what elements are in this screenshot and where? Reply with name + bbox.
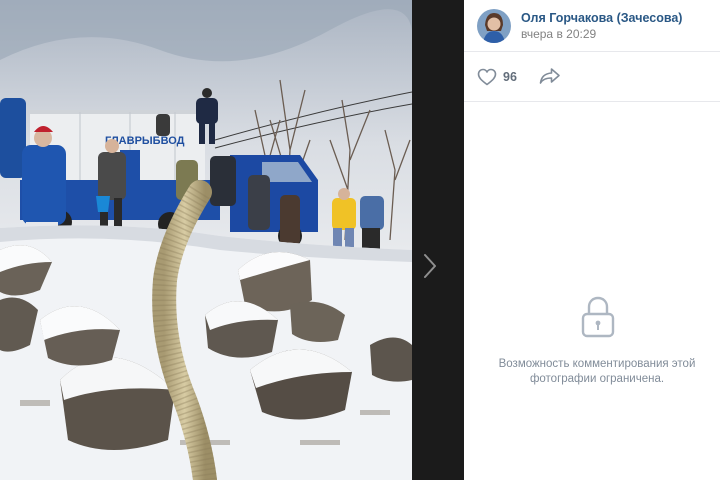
like-button[interactable]: 96 [477,67,517,87]
comments-restricted-message: Возможность комментирования этой фотогра… [498,358,696,385]
photo-sidebar: Оля Горчакова (Зачесова) вчера в 20:29 9… [464,0,720,480]
post-time[interactable]: вчера в 20:29 [521,27,596,41]
avatar[interactable] [477,9,511,43]
lock-icon [580,296,616,338]
photo-actions: 96 [464,52,720,102]
like-count: 96 [503,70,517,84]
photo-nav-strip [412,0,464,480]
next-photo-button[interactable] [412,240,448,292]
share-arrow-icon [539,68,560,84]
heart-icon [477,68,497,86]
author-header: Оля Горчакова (Зачесова) вчера в 20:29 [464,0,720,52]
chevron-right-icon [424,254,436,278]
photo-viewer[interactable]: ГЛАВРЫБВОД [0,0,412,480]
avatar-photo [477,9,511,43]
river-bank-photo: ГЛАВРЫБВОД [0,0,412,480]
author-name-link[interactable]: Оля Горчакова (Зачесова) [521,11,682,25]
share-button[interactable] [539,67,561,87]
